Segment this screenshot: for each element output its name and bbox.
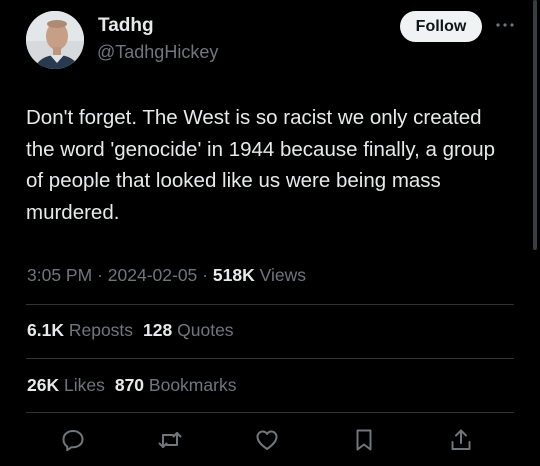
tweet-text: Don't forget. The West is so racist we o… (26, 106, 496, 224)
quotes-count: 128 (143, 320, 173, 340)
tweet-header: Tadhg @TadhgHickey Follow (0, 0, 540, 80)
likes-label: Likes (63, 375, 105, 395)
tweet-meta: 3:05 PM · 2024-02-05 · 518K Views (27, 265, 306, 286)
reposts-stat[interactable]: 6.1K Reposts (27, 320, 133, 340)
divider (26, 412, 514, 413)
like-icon (256, 430, 278, 450)
reposts-count: 6.1K (27, 320, 64, 340)
tweet-date[interactable]: 2024-02-05 (108, 265, 198, 285)
likes-stat[interactable]: 26K Likes (27, 375, 105, 395)
author-name[interactable]: Tadhg (98, 15, 154, 37)
bookmarks-count: 870 (114, 375, 145, 395)
views-label: Views (259, 265, 306, 285)
repost-icon (158, 432, 182, 448)
quotes-stat[interactable]: 128 Quotes (143, 320, 234, 340)
meta-separator: · (97, 265, 103, 285)
more-options-button[interactable] (494, 15, 516, 35)
avatar[interactable] (26, 11, 84, 69)
reply-icon (62, 430, 84, 452)
views-count: 518K (212, 265, 255, 285)
share-icon (451, 429, 471, 450)
divider (26, 304, 514, 305)
tweet-actions-bar (0, 420, 540, 460)
quotes-label: Quotes (177, 320, 234, 340)
more-horizontal-icon (496, 23, 514, 27)
bookmarks-label: Bookmarks (148, 375, 237, 395)
avatar-image (26, 11, 84, 69)
likes-count: 26K (27, 375, 60, 395)
reply-button[interactable] (53, 420, 93, 460)
share-button[interactable] (441, 420, 481, 460)
follow-button[interactable]: Follow (400, 11, 482, 42)
divider (26, 358, 514, 359)
bookmarks-stat[interactable]: 870 Bookmarks (115, 375, 237, 395)
engagement-stats-row: 6.1K Reposts 128 Quotes (27, 320, 234, 341)
reposts-label: Reposts (68, 320, 134, 340)
repost-button[interactable] (150, 420, 190, 460)
scrollbar[interactable] (533, 0, 537, 250)
engagement-stats-row-2: 26K Likes 870 Bookmarks (27, 375, 236, 396)
bookmark-button[interactable] (344, 420, 384, 460)
author-handle[interactable]: @TadhgHickey (97, 42, 218, 63)
bookmark-icon (356, 429, 372, 451)
tweet-time[interactable]: 3:05 PM (27, 265, 92, 285)
meta-separator: · (202, 265, 208, 285)
like-button[interactable] (247, 420, 287, 460)
